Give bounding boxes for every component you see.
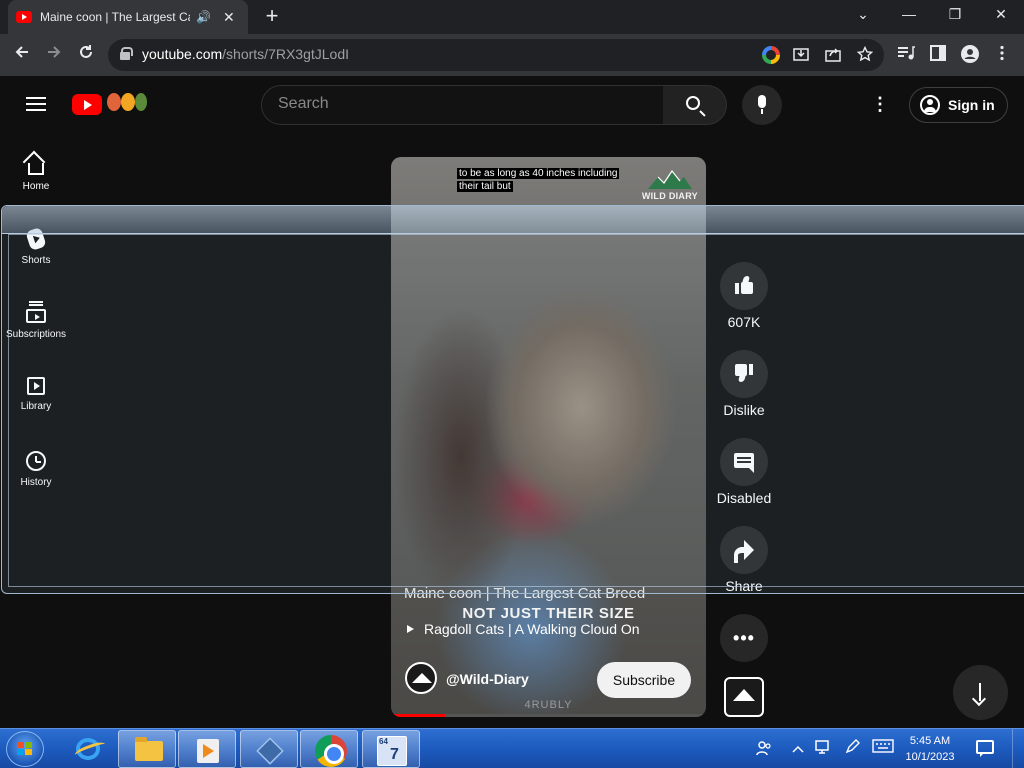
taskbar-media-player[interactable] — [178, 730, 236, 768]
search-box — [261, 85, 664, 125]
show-desktop-button[interactable] — [1012, 729, 1024, 768]
url-text[interactable]: youtube.com/shorts/7RX3gtJLodI — [142, 46, 349, 62]
doodle-icon[interactable] — [107, 93, 121, 111]
account-icon — [920, 95, 940, 115]
tab-audio-icon[interactable]: 🔊 — [196, 10, 211, 24]
subscribe-button[interactable]: Subscribe — [597, 662, 691, 698]
reload-icon — [80, 45, 92, 58]
sign-in-label: Sign in — [948, 97, 995, 113]
forward-button[interactable] — [42, 43, 66, 67]
doodle-icon[interactable] — [135, 93, 147, 111]
browser-tab-strip: Maine coon | The Largest Ca 🔊 ✕ + ⌄ — ❐ … — [0, 0, 1024, 34]
video-overlay-text: NOT JUST THEIR SIZE — [462, 605, 635, 622]
new-tab-button[interactable]: + — [260, 4, 284, 28]
sign-in-button[interactable]: Sign in — [909, 87, 1008, 123]
youtube-favicon-icon — [16, 11, 32, 23]
youtube-header: ⋮ Sign in — [0, 76, 1024, 132]
browser-toolbar: youtube.com/shorts/7RX3gtJLodI — [0, 34, 1024, 76]
address-bar[interactable]: youtube.com/shorts/7RX3gtJLodI — [108, 39, 884, 71]
taskbar-chrome[interactable] — [300, 730, 358, 768]
pen-icon[interactable] — [842, 739, 862, 759]
home-icon — [28, 163, 44, 175]
search-button[interactable] — [663, 85, 727, 125]
install-icon[interactable] — [792, 46, 810, 64]
internet-explorer-icon — [76, 738, 100, 760]
windows-logo-icon — [17, 742, 33, 756]
sound-channel-thumbnail[interactable] — [724, 677, 764, 717]
guide-menu-icon[interactable] — [26, 97, 46, 111]
profile-icon[interactable] — [960, 45, 980, 65]
lock-icon[interactable] — [120, 47, 133, 60]
related-video-title: Ragdoll Cats | A Walking Cloud On — [424, 621, 640, 637]
wild-diary-logo-icon — [648, 169, 692, 189]
more-horizontal-icon: ••• — [733, 628, 755, 648]
minimize-button[interactable]: — — [886, 0, 932, 30]
chrome-icon — [315, 735, 347, 767]
video-watermark: WILD DIARY — [641, 191, 698, 201]
media-control-icon[interactable] — [896, 45, 916, 65]
transparent-window-overlay[interactable] — [1, 205, 1024, 594]
chrome-menu-icon[interactable] — [992, 45, 1012, 65]
setup-icon: 64 7 — [377, 736, 407, 766]
back-icon — [15, 46, 28, 58]
bottom-watermark: 4RUBLY — [524, 699, 573, 711]
microphone-icon — [758, 95, 766, 114]
people-icon[interactable] — [754, 739, 774, 759]
side-panel-icon[interactable] — [928, 45, 948, 65]
taskbar-internet-explorer[interactable] — [58, 730, 116, 768]
clock-date: 10/1/2023 — [905, 751, 955, 763]
next-video-button[interactable] — [953, 665, 1008, 720]
taskbar-setup[interactable]: 64 7 — [362, 730, 420, 768]
taskbar-file-explorer[interactable] — [118, 730, 176, 768]
overlay-window-client-area — [8, 234, 1024, 587]
show-hidden-icons-chevron-icon[interactable] — [788, 739, 808, 759]
google-lens-icon[interactable] — [762, 46, 780, 64]
screen: Maine coon | The Largest Ca 🔊 ✕ + ⌄ — ❐ … — [0, 0, 1024, 768]
search-icon — [686, 96, 700, 110]
channel-name[interactable]: @Wild-Diary — [446, 671, 529, 687]
back-button[interactable] — [10, 43, 34, 67]
clock-time: 5:45 AM — [909, 735, 951, 747]
more-actions-button[interactable]: ••• — [720, 614, 768, 662]
arrow-down-icon — [979, 683, 981, 701]
voice-search-button[interactable] — [742, 85, 782, 125]
channel-avatar[interactable] — [405, 662, 437, 694]
doodle-icon[interactable] — [121, 93, 135, 111]
window-close-button[interactable]: ✕ — [978, 0, 1024, 30]
keyboard-icon[interactable] — [872, 739, 894, 759]
related-video-link[interactable]: Ragdoll Cats | A Walking Cloud On — [407, 621, 640, 637]
folder-icon — [135, 737, 163, 761]
share-icon[interactable] — [824, 46, 842, 64]
start-button[interactable] — [6, 731, 44, 767]
tab-search-button[interactable]: ⌄ — [840, 0, 886, 30]
system-clock[interactable]: 5:45 AM 10/1/2023 — [898, 733, 962, 765]
windows-taskbar: 64 7 5:45 AM 10/1/2023 — [0, 728, 1024, 768]
tab-title: Maine coon | The Largest Ca — [40, 10, 190, 24]
restore-button[interactable]: ❐ — [932, 0, 978, 30]
taskbar-virtualbox[interactable] — [240, 730, 298, 768]
sidebar-item-label: Home — [22, 181, 50, 192]
search-input[interactable] — [278, 95, 638, 113]
network-icon[interactable] — [814, 739, 834, 759]
video-progress-fill — [391, 714, 445, 717]
forward-icon — [48, 46, 61, 58]
media-player-icon — [197, 739, 219, 763]
notification-center-icon[interactable] — [976, 740, 994, 757]
settings-more-icon[interactable]: ⋮ — [870, 94, 890, 114]
video-caption: to be as long as 40 inches including thei… — [457, 168, 620, 192]
overlay-window-titlebar[interactable] — [2, 206, 1024, 234]
virtualbox-icon — [256, 737, 284, 765]
browser-tab-active[interactable]: Maine coon | The Largest Ca 🔊 ✕ — [8, 0, 248, 34]
tab-close-icon[interactable]: ✕ — [223, 9, 235, 26]
bookmark-star-icon[interactable] — [856, 45, 874, 64]
youtube-logo-icon[interactable] — [72, 94, 102, 115]
reload-button[interactable] — [74, 43, 98, 67]
play-icon — [407, 625, 414, 633]
video-progress-bar[interactable] — [391, 714, 706, 717]
